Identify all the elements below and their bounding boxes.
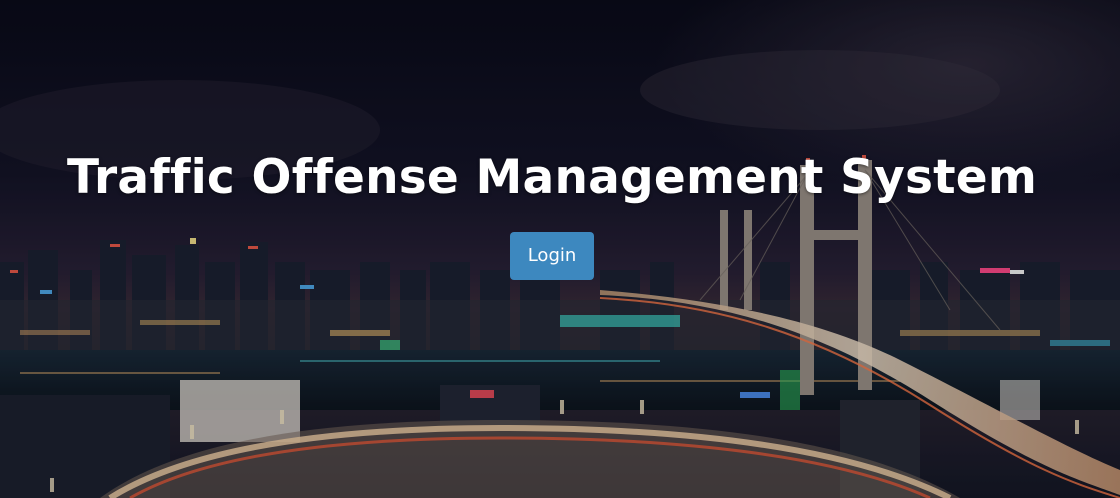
page-title: Traffic Offense Management System xyxy=(66,150,1038,205)
hero-section: Traffic Offense Management System Login xyxy=(0,0,1120,498)
hero-content: Traffic Offense Management System Login xyxy=(0,0,1120,498)
login-button[interactable]: Login xyxy=(510,232,594,280)
